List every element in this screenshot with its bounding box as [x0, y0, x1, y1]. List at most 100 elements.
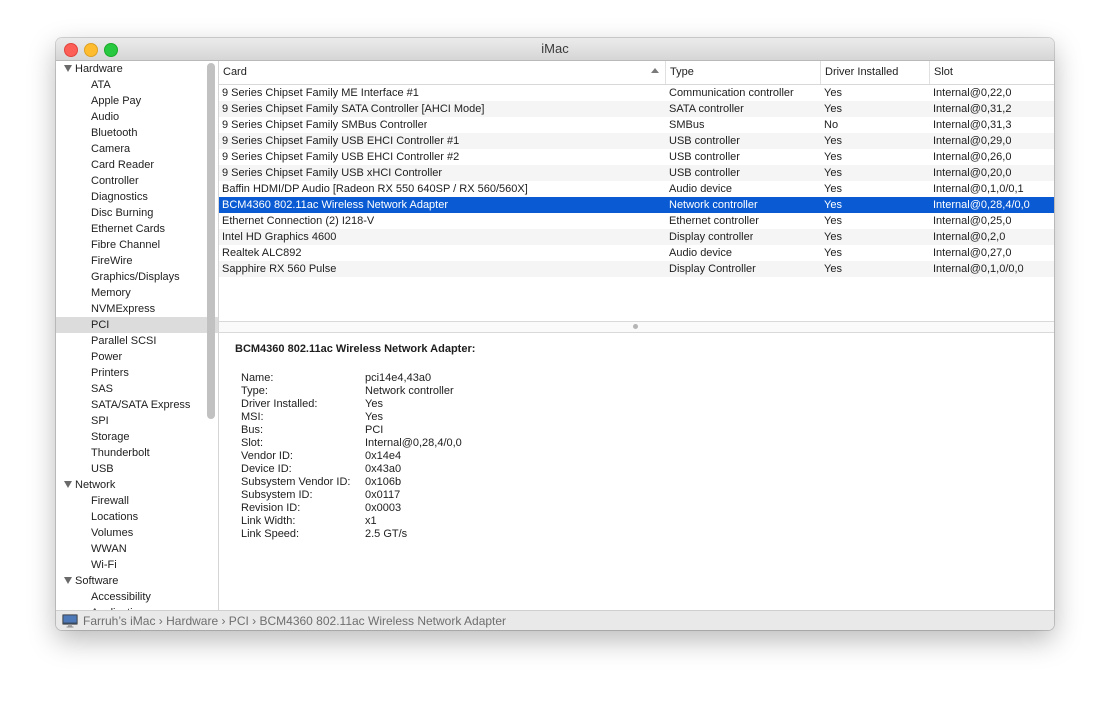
property-row: Revision ID: 0x0003	[241, 502, 401, 515]
cell-card: 9 Series Chipset Family USB xHCI Control…	[222, 167, 443, 179]
sidebar-item-ata[interactable]: ATA	[56, 77, 218, 93]
cell-slot: Internal@0,22,0	[933, 87, 1012, 99]
zoom-button[interactable]	[104, 43, 118, 57]
disclosure-triangle-icon[interactable]	[64, 576, 72, 584]
sidebar-item-parallel-scsi[interactable]: Parallel SCSI	[56, 333, 218, 349]
table-row[interactable]: BCM4360 802.11ac Wireless Network Adapte…	[219, 197, 1054, 213]
minimize-button[interactable]	[84, 43, 98, 57]
cell-type: USB controller	[669, 167, 740, 179]
cell-type: USB controller	[669, 151, 740, 163]
cell-type: USB controller	[669, 135, 740, 147]
property-value: 0x43a0	[365, 463, 402, 475]
table-row[interactable]: 9 Series Chipset Family SMBus Controller…	[219, 117, 1054, 133]
column-header-card[interactable]: Card	[219, 61, 666, 84]
table-row[interactable]: 9 Series Chipset Family USB EHCI Control…	[219, 149, 1054, 165]
property-key: Device ID:	[241, 463, 292, 475]
cell-card: Baffin HDMI/DP Audio [Radeon RX 550 640S…	[222, 183, 528, 195]
sidebar-item-power[interactable]: Power	[56, 349, 218, 365]
sidebar-item-nvmexpress[interactable]: NVMExpress	[56, 301, 218, 317]
property-key: Revision ID:	[241, 502, 301, 514]
cell-slot: Internal@0,25,0	[933, 215, 1012, 227]
property-value: Network controller	[365, 385, 454, 397]
cell-card: 9 Series Chipset Family SMBus Controller	[222, 119, 428, 131]
cell-slot: Internal@0,31,3	[933, 119, 1012, 131]
cell-slot: Internal@0,1,0/0,1	[933, 183, 1024, 195]
sidebar-item-wi-fi[interactable]: Wi-Fi	[56, 557, 218, 573]
sidebar-item-controller[interactable]: Controller	[56, 173, 218, 189]
sidebar-item-firewire[interactable]: FireWire	[56, 253, 218, 269]
sidebar-item-printers[interactable]: Printers	[56, 365, 218, 381]
sidebar-group-hardware[interactable]: Hardware	[56, 61, 218, 77]
cell-slot: Internal@0,26,0	[933, 151, 1012, 163]
sidebar-item-ethernet-cards[interactable]: Ethernet Cards	[56, 221, 218, 237]
sidebar-item-usb[interactable]: USB	[56, 461, 218, 477]
property-key: Type:	[241, 385, 268, 397]
sidebar-item-pci[interactable]: PCI	[56, 317, 218, 333]
sidebar-item-memory[interactable]: Memory	[56, 285, 218, 301]
sidebar-item-accessibility[interactable]: Accessibility	[56, 589, 218, 605]
table-row[interactable]: 9 Series Chipset Family ME Interface #1 C…	[219, 85, 1054, 101]
sidebar-group-network[interactable]: Network	[56, 477, 218, 493]
status-bar: Farruh’s iMac › Hardware › PCI › BCM4360…	[56, 610, 1054, 630]
column-header-slot[interactable]: Slot	[930, 61, 1054, 84]
sidebar-item-firewall[interactable]: Firewall	[56, 493, 218, 509]
cell-driver-installed: Yes	[824, 167, 842, 179]
sidebar-item-fibre-channel[interactable]: Fibre Channel	[56, 237, 218, 253]
disclosure-triangle-icon[interactable]	[64, 64, 72, 72]
sidebar-item-spi[interactable]: SPI	[56, 413, 218, 429]
table-row[interactable]: 9 Series Chipset Family USB xHCI Control…	[219, 165, 1054, 181]
sidebar-item-disc-burning[interactable]: Disc Burning	[56, 205, 218, 221]
sidebar: Hardware ATA Apple Pay Audio Bluetooth Camera…	[56, 61, 219, 610]
property-row: Subsystem Vendor ID: 0x106b	[241, 476, 401, 489]
cell-driver-installed: Yes	[824, 215, 842, 227]
disclosure-triangle-icon[interactable]	[64, 480, 72, 488]
property-key: Driver Installed:	[241, 398, 318, 410]
sidebar-item-bluetooth[interactable]: Bluetooth	[56, 125, 218, 141]
sidebar-item-diagnostics[interactable]: Diagnostics	[56, 189, 218, 205]
property-row: Link Speed: 2.5 GT/s	[241, 528, 407, 541]
sidebar-group-software[interactable]: Software	[56, 573, 218, 589]
table-row[interactable]: Ethernet Connection (2) I218-V Ethernet c…	[219, 213, 1054, 229]
cell-slot: Internal@0,31,2	[933, 103, 1012, 115]
cell-card: BCM4360 802.11ac Wireless Network Adapte…	[222, 199, 449, 211]
sidebar-item-card-reader[interactable]: Card Reader	[56, 157, 218, 173]
sidebar-item-volumes[interactable]: Volumes	[56, 525, 218, 541]
cell-slot: Internal@0,29,0	[933, 135, 1012, 147]
column-header-type[interactable]: Type	[666, 61, 821, 84]
sidebar-item-audio[interactable]: Audio	[56, 109, 218, 125]
sidebar-item-sata-sata-express[interactable]: SATA/SATA Express	[56, 397, 218, 413]
property-key: Subsystem ID:	[241, 489, 313, 501]
cell-card: Sapphire RX 560 Pulse	[222, 263, 337, 275]
cell-card: Intel HD Graphics 4600	[222, 231, 337, 243]
property-key: MSI:	[241, 411, 264, 423]
divider-handle-icon[interactable]	[633, 324, 638, 329]
property-value: Yes	[365, 398, 383, 410]
table-row[interactable]: Baffin HDMI/DP Audio [Radeon RX 550 640S…	[219, 181, 1054, 197]
split-view-divider[interactable]	[219, 321, 1054, 333]
cell-slot: Internal@0,1,0/0,0	[933, 263, 1024, 275]
table-row[interactable]: Realtek ALC892 Audio device Yes Internal@0,…	[219, 245, 1054, 261]
sidebar-item-camera[interactable]: Camera	[56, 141, 218, 157]
sidebar-scrollbar[interactable]	[207, 63, 215, 419]
cell-driver-installed: Yes	[824, 247, 842, 259]
cell-type: Ethernet controller	[669, 215, 759, 227]
sidebar-item-wwan[interactable]: WWAN	[56, 541, 218, 557]
table-row[interactable]: 9 Series Chipset Family SATA Controller …	[219, 101, 1054, 117]
sidebar-item-thunderbolt[interactable]: Thunderbolt	[56, 445, 218, 461]
title-bar: iMac	[56, 38, 1054, 61]
property-value: PCI	[365, 424, 384, 436]
sidebar-group-label: Software	[75, 575, 119, 587]
sidebar-item-graphics-displays[interactable]: Graphics/Displays	[56, 269, 218, 285]
column-header-driver-installed[interactable]: Driver Installed	[821, 61, 930, 84]
property-key: Vendor ID:	[241, 450, 293, 462]
sidebar-item-locations[interactable]: Locations	[56, 509, 218, 525]
table-row[interactable]: Intel HD Graphics 4600 Display controller…	[219, 229, 1054, 245]
table-row[interactable]: 9 Series Chipset Family USB EHCI Control…	[219, 133, 1054, 149]
close-button[interactable]	[64, 43, 78, 57]
sidebar-item-storage[interactable]: Storage	[56, 429, 218, 445]
sidebar-item-apple-pay[interactable]: Apple Pay	[56, 93, 218, 109]
table-row[interactable]: Sapphire RX 560 Pulse Display Controller Y…	[219, 261, 1054, 277]
cell-card: Realtek ALC892	[222, 247, 302, 259]
sidebar-item-sas[interactable]: SAS	[56, 381, 218, 397]
property-row: Name: pci14e4,43a0	[241, 372, 431, 385]
